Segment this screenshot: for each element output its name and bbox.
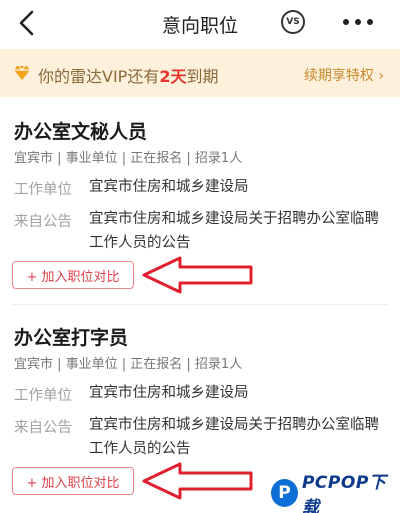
employer-label: 工作单位 (14, 182, 72, 198)
notice-value[interactable]: 宜宾市住房和城乡建设局关于招聘办公室临聘工作人员的公告 (89, 207, 389, 255)
notice-label: 来自公告 (14, 214, 72, 230)
job-title: 办公室打字员 (14, 327, 129, 349)
diamond-icon (14, 65, 30, 80)
employer-label: 工作单位 (14, 388, 72, 404)
vip-expiry-text: 你的雷达VIP还有2天到期 (38, 67, 219, 86)
job-meta: 宜宾市 | 事业单位 | 正在报名 | 招录1人 (14, 151, 243, 166)
nav-bar: 意向职位 VS (0, 0, 400, 46)
chevron-right-icon: › (378, 68, 384, 84)
more-dots-icon[interactable] (340, 10, 376, 34)
annotation-arrow-icon (142, 462, 253, 500)
notice-label: 来自公告 (14, 420, 72, 436)
notice-value[interactable]: 宜宾市住房和城乡建设局关于招聘办公室临聘工作人员的公告 (89, 413, 389, 461)
watermark-logo-icon: P (271, 479, 298, 507)
watermark-text: PCPOP下载 (301, 473, 387, 513)
employer-value: 宜宾市住房和城乡建设局 (89, 385, 249, 401)
renew-link[interactable]: 续期享特权 › (304, 65, 384, 85)
card-divider (12, 304, 388, 305)
vip-days-remaining: 2天 (159, 67, 187, 86)
watermark: P PCPOP下载 (271, 473, 400, 513)
add-to-compare-button[interactable]: + 加入职位对比 (12, 467, 134, 495)
annotation-arrow-icon (142, 256, 253, 294)
compare-vs-icon[interactable]: VS (281, 10, 305, 34)
job-card[interactable]: 办公室文秘人员 宜宾市 | 事业单位 | 正在报名 | 招录1人 工作单位 宜宾… (0, 117, 400, 307)
vip-banner: 你的雷达VIP还有2天到期 续期享特权 › (0, 49, 400, 97)
employer-value: 宜宾市住房和城乡建设局 (89, 179, 249, 195)
job-meta: 宜宾市 | 事业单位 | 正在报名 | 招录1人 (14, 357, 243, 372)
job-title: 办公室文秘人员 (14, 121, 148, 143)
add-to-compare-button[interactable]: + 加入职位对比 (12, 261, 134, 289)
